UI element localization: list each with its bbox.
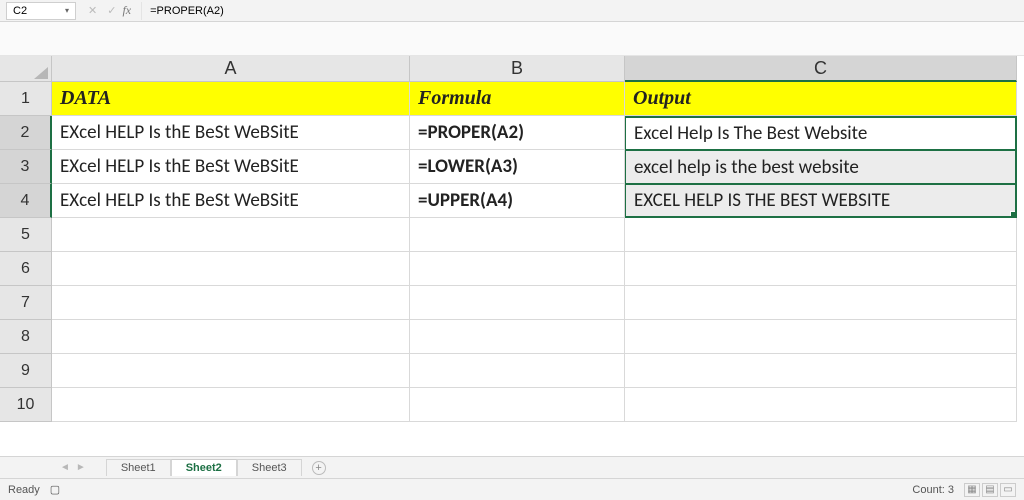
row-header-4[interactable]: 4 xyxy=(0,184,52,218)
cell-B3[interactable]: =LOWER(A3) xyxy=(410,150,625,184)
cell-A1[interactable]: DATA xyxy=(52,82,410,116)
row-header-9[interactable]: 9 xyxy=(0,354,52,388)
sheet-nav[interactable]: ◄ ► xyxy=(60,462,86,473)
row-header-10[interactable]: 10 xyxy=(0,388,52,422)
cell-A10[interactable] xyxy=(52,388,410,422)
cell-A3[interactable]: EXcel HELP Is thE BeSt WeBSitE xyxy=(52,150,410,184)
row-header-3[interactable]: 3 xyxy=(0,150,52,184)
col-header-B[interactable]: B xyxy=(410,56,625,82)
name-box[interactable]: C2 ▾ xyxy=(6,2,76,20)
confirm-icon: ✓ xyxy=(107,4,116,17)
spreadsheet-grid[interactable]: A B C 1 DATA Formula Output 2 EXcel HELP… xyxy=(0,56,1024,456)
cell-A7[interactable] xyxy=(52,286,410,320)
formula-text: =PROPER(A2) xyxy=(150,5,224,17)
cell-C2[interactable]: Excel Help Is The Best Website xyxy=(625,116,1017,150)
row-header-1[interactable]: 1 xyxy=(0,82,52,116)
cell-C7[interactable] xyxy=(625,286,1017,320)
cell-B8[interactable] xyxy=(410,320,625,354)
cell-A4[interactable]: EXcel HELP Is thE BeSt WeBSitE xyxy=(52,184,410,218)
view-normal-icon[interactable]: ▦ xyxy=(964,483,980,497)
sheet-tab-bar: ◄ ► Sheet1 Sheet2 Sheet3 + xyxy=(0,456,1024,478)
cell-A9[interactable] xyxy=(52,354,410,388)
status-ready: Ready xyxy=(8,484,40,496)
cell-C5[interactable] xyxy=(625,218,1017,252)
cell-B7[interactable] xyxy=(410,286,625,320)
cell-C9[interactable] xyxy=(625,354,1017,388)
nav-next-icon[interactable]: ► xyxy=(76,462,86,473)
select-all-corner[interactable] xyxy=(0,56,52,82)
macro-record-icon[interactable]: ▢ xyxy=(50,483,60,496)
ribbon-area xyxy=(0,22,1024,56)
add-sheet-button[interactable]: + xyxy=(312,461,326,475)
cell-B5[interactable] xyxy=(410,218,625,252)
cell-B10[interactable] xyxy=(410,388,625,422)
cell-B1[interactable]: Formula xyxy=(410,82,625,116)
status-count: Count: 3 xyxy=(912,484,954,496)
cell-C10[interactable] xyxy=(625,388,1017,422)
cell-B9[interactable] xyxy=(410,354,625,388)
row-header-2[interactable]: 2 xyxy=(0,116,52,150)
fx-icon[interactable]: fx xyxy=(122,3,131,18)
col-header-A[interactable]: A xyxy=(52,56,410,82)
row-header-8[interactable]: 8 xyxy=(0,320,52,354)
view-layout-icon[interactable]: ▤ xyxy=(982,483,998,497)
row-header-5[interactable]: 5 xyxy=(0,218,52,252)
status-bar: Ready ▢ Count: 3 ▦ ▤ ▭ xyxy=(0,478,1024,500)
view-buttons: ▦ ▤ ▭ xyxy=(964,483,1016,497)
sheet-tab-3[interactable]: Sheet3 xyxy=(237,459,302,476)
sheet-tab-2[interactable]: Sheet2 xyxy=(171,459,237,476)
cell-C6[interactable] xyxy=(625,252,1017,286)
cell-C8[interactable] xyxy=(625,320,1017,354)
cell-B2[interactable]: =PROPER(A2) xyxy=(410,116,625,150)
cell-A5[interactable] xyxy=(52,218,410,252)
cancel-icon: ✕ xyxy=(88,4,97,17)
view-break-icon[interactable]: ▭ xyxy=(1000,483,1016,497)
formula-input[interactable]: =PROPER(A2) xyxy=(141,2,1024,20)
cell-A8[interactable] xyxy=(52,320,410,354)
sheet-tab-1[interactable]: Sheet1 xyxy=(106,459,171,476)
nav-prev-icon[interactable]: ◄ xyxy=(60,462,70,473)
cell-B4[interactable]: =UPPER(A4) xyxy=(410,184,625,218)
cell-B6[interactable] xyxy=(410,252,625,286)
cell-C3[interactable]: excel help is the best website xyxy=(625,150,1017,184)
col-header-C[interactable]: C xyxy=(625,56,1017,82)
cell-C4[interactable]: EXCEL HELP IS THE BEST WEBSITE xyxy=(625,184,1017,218)
row-header-7[interactable]: 7 xyxy=(0,286,52,320)
cell-A6[interactable] xyxy=(52,252,410,286)
cell-C1[interactable]: Output xyxy=(625,82,1017,116)
name-box-dropdown-icon[interactable]: ▾ xyxy=(65,6,69,15)
row-header-6[interactable]: 6 xyxy=(0,252,52,286)
formula-bar-buttons: ✕ ✓ xyxy=(88,4,116,17)
name-box-value: C2 xyxy=(13,5,27,17)
cell-A2[interactable]: EXcel HELP Is thE BeSt WeBSitE xyxy=(52,116,410,150)
formula-bar: C2 ▾ ✕ ✓ fx =PROPER(A2) xyxy=(0,0,1024,22)
